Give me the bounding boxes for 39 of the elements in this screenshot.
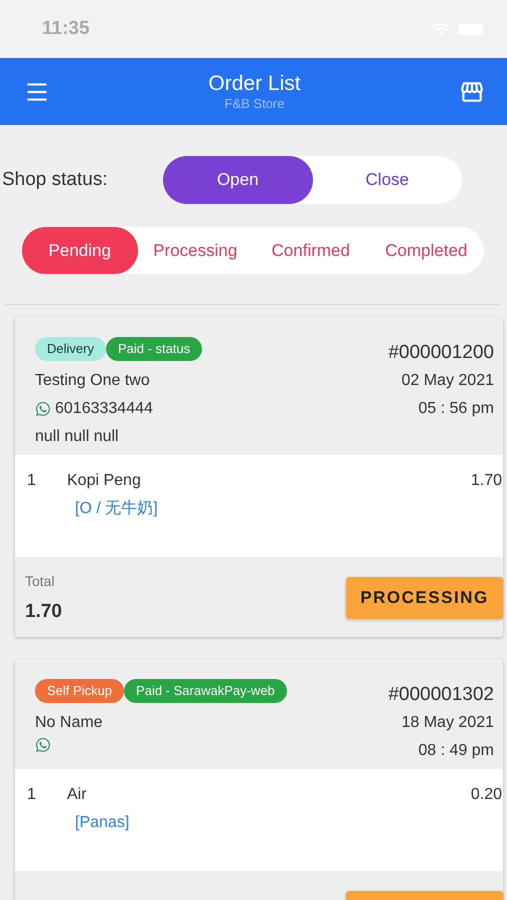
- order-card[interactable]: Delivery Paid - status Testing One two 60163334444 null null null #000001200 02 May 2021 05 : 56 pm 1 Kopi Peng 1.70 [O / 无牛奶] Total 1.70 PROCESSING: [15, 317, 503, 637]
- shop-status-label: Shop status:: [2, 169, 109, 191]
- store-subtitle: F&B Store: [224, 96, 284, 112]
- order-time: 08 : 49 pm: [418, 741, 494, 761]
- order-number: #000001200: [388, 341, 494, 365]
- order-tab[interactable]: Completed: [368, 227, 484, 274]
- status-option[interactable]: Close: [312, 156, 462, 204]
- order-tab[interactable]: Processing: [138, 227, 253, 274]
- total-label: Total: [25, 573, 55, 589]
- order-tag: Paid - status: [106, 337, 202, 361]
- total-amount: 1.70: [25, 601, 62, 623]
- order-tab[interactable]: Confirmed: [253, 227, 368, 274]
- action-button[interactable]: PROCESSING: [346, 577, 503, 619]
- phone-number: 60163334444: [55, 399, 153, 419]
- order-tab[interactable]: Pending: [22, 227, 138, 274]
- customer-name: No Name: [35, 713, 103, 733]
- order-tag: Self Pickup: [35, 679, 124, 703]
- order-date: 18 May 2021: [401, 713, 494, 733]
- item-quantity: 1: [27, 471, 37, 491]
- whatsapp-icon[interactable]: [35, 401, 51, 417]
- order-date: 02 May 2021: [401, 371, 494, 391]
- item-options: [Panas]: [75, 811, 503, 835]
- status-option[interactable]: Open: [163, 156, 312, 204]
- order-card[interactable]: Self Pickup Paid - SarawakPay-web No Name #000001302 18 May 2021 08 : 49 pm 1 Air 0.20 [Panas]: [15, 659, 503, 900]
- page-title: Order List: [208, 72, 301, 96]
- order-tag: Delivery: [35, 337, 106, 361]
- order-tag: Paid - SarawakPay-web: [124, 679, 287, 703]
- item-name: Kopi Peng: [67, 471, 142, 491]
- item-options: [O / 无牛奶]: [75, 497, 503, 521]
- address-text: null null null: [35, 427, 119, 447]
- item-name: Air: [67, 785, 88, 805]
- order-number: #000001302: [388, 683, 494, 707]
- customer-name: Testing One two: [35, 371, 150, 391]
- item-quantity: 1: [27, 785, 37, 805]
- item-price: 1.70: [470, 471, 503, 491]
- item-price: 0.20: [470, 785, 503, 805]
- status-time: 11:35: [42, 18, 90, 40]
- whatsapp-icon[interactable]: [35, 737, 51, 753]
- order-time: 05 : 56 pm: [418, 399, 494, 419]
